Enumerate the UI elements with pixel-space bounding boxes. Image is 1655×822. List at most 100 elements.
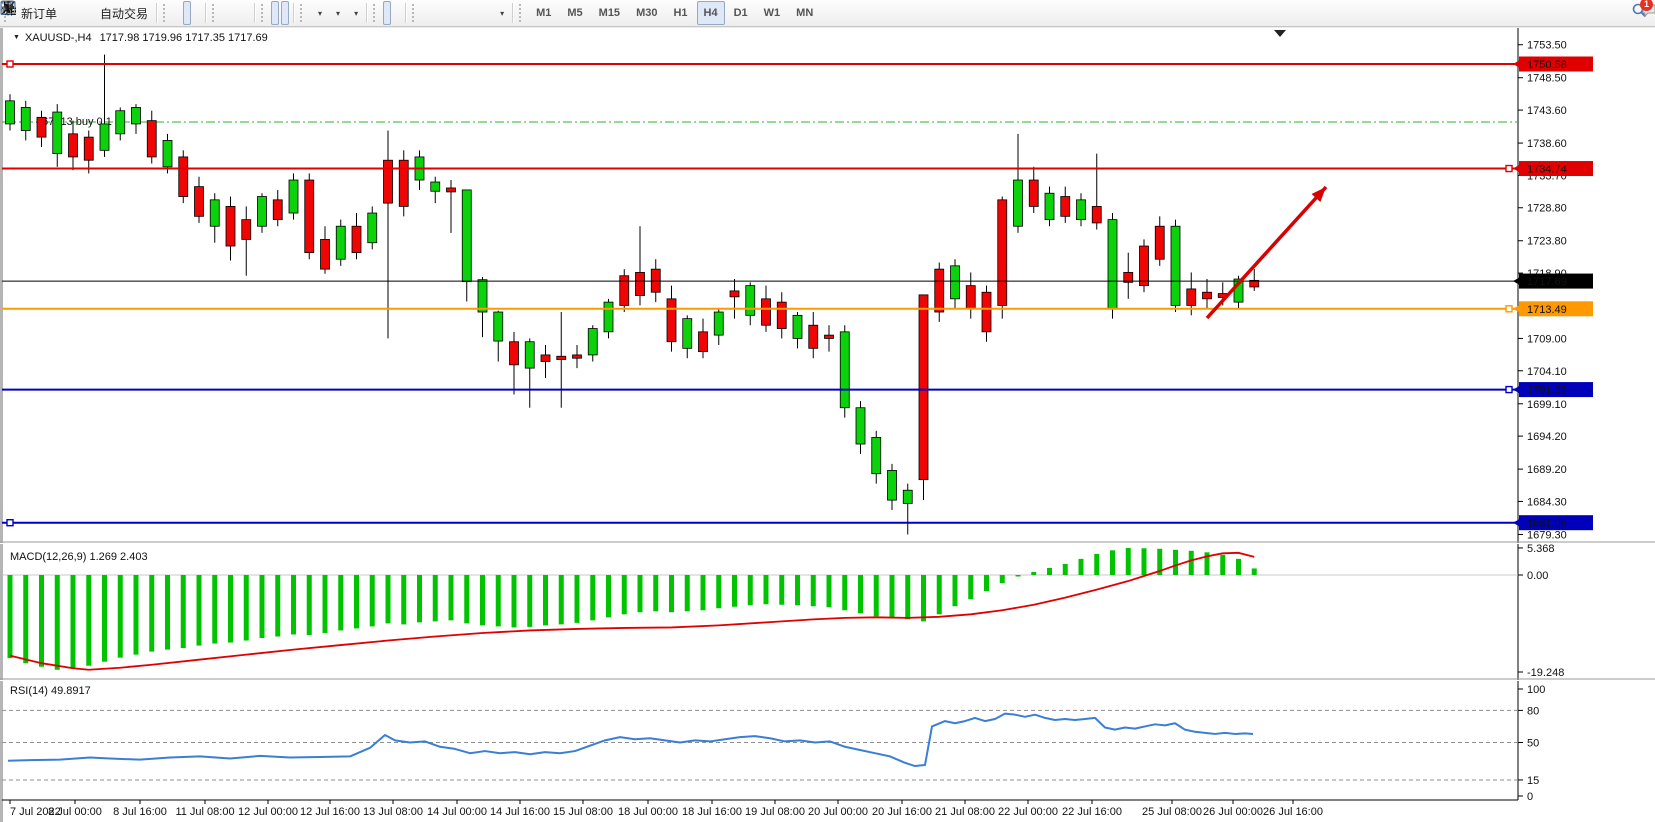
macd-histogram-bar: [1110, 550, 1115, 575]
price-axis[interactable]: 1753.501748.501743.601738.601733.701728.…: [1513, 40, 1593, 803]
price-tick-label: 1709.00: [1527, 333, 1567, 345]
candle-bullish: [840, 332, 849, 408]
line-anchor-handle[interactable]: [1506, 306, 1512, 312]
macd-histogram-bar: [370, 575, 375, 626]
macd-histogram-bar: [464, 575, 469, 623]
macd-histogram-bar: [1031, 572, 1036, 575]
rsi-axis-label: 0: [1527, 791, 1533, 803]
price-tick-label: 1728.80: [1527, 203, 1567, 215]
price-tick-label: 1723.80: [1527, 236, 1567, 248]
macd-histogram-bar: [543, 575, 548, 625]
candle-bearish: [1029, 180, 1038, 206]
macd-histogram-bar: [590, 575, 595, 620]
macd-histogram-bar: [386, 575, 391, 623]
candle-bearish: [147, 121, 156, 157]
macd-histogram-bar: [197, 575, 202, 646]
price-tick-label: 1738.60: [1527, 138, 1567, 150]
candle-bullish: [336, 226, 345, 259]
macd-histogram-bar: [874, 575, 879, 616]
chart-canvas[interactable]: #67013 buy 0.1 MACD(12,26,9) 1.269 2.403 R…: [0, 0, 1655, 822]
candlesticks: [6, 55, 1259, 535]
candle-bearish: [242, 220, 251, 240]
candle-bearish: [998, 200, 1007, 306]
macd-histogram-bar: [401, 575, 406, 624]
macd-histogram-bar: [669, 575, 674, 612]
candle-bullish: [1108, 220, 1117, 309]
macd-histogram-bar: [118, 575, 123, 658]
macd-histogram-bar: [716, 575, 721, 608]
macd-histogram-bar: [165, 575, 170, 650]
macd-histogram-bar: [212, 575, 217, 644]
candle-bearish: [557, 356, 566, 359]
price-tick-label: 1748.50: [1527, 73, 1567, 85]
open-position-line[interactable]: #67013 buy 0.1: [2, 116, 1518, 128]
candle-bearish: [37, 117, 46, 137]
symbol-dropdown-icon[interactable]: ▼: [13, 34, 20, 41]
macd-histogram-bar: [779, 575, 784, 605]
macd-axis-label: 0.00: [1527, 570, 1548, 582]
macd-histogram-bar: [8, 575, 13, 658]
macd-histogram-bar: [1236, 559, 1241, 575]
macd-histogram-bar: [244, 575, 249, 641]
candle-bearish: [69, 134, 78, 157]
rsi-axis-label: 15: [1527, 775, 1539, 787]
candle-bullish: [683, 319, 692, 349]
candle-bullish: [714, 312, 723, 335]
macd-histogram-bar: [937, 575, 942, 614]
time-tick-label: 15 Jul 08:00: [553, 806, 613, 818]
candle-bullish: [1014, 180, 1023, 226]
candle-bearish: [699, 332, 708, 352]
candle-bullish: [604, 302, 613, 332]
candle-bullish: [856, 408, 865, 444]
price-tick-label: 1704.10: [1527, 366, 1567, 378]
macd-histogram-bar: [827, 575, 832, 607]
macd-histogram-bar: [71, 575, 76, 668]
candle-bearish: [179, 157, 188, 197]
macd-histogram-bar: [795, 575, 800, 605]
rsi-label: RSI(14) 49.8917: [10, 685, 91, 697]
line-anchor-handle[interactable]: [7, 520, 13, 526]
macd-histogram-bar: [1016, 575, 1021, 577]
trend-arrow[interactable]: [1207, 187, 1326, 318]
macd-histogram-bar: [307, 575, 312, 635]
macd-histogram-bar: [260, 575, 265, 638]
macd-histogram-bar: [1173, 550, 1178, 575]
macd-histogram-bar: [732, 575, 737, 607]
macd-histogram-bar: [953, 575, 958, 606]
price-badge-label: 1750.58: [1527, 59, 1567, 71]
time-tick-label: 20 Jul 00:00: [808, 806, 868, 818]
candle-bearish: [667, 299, 676, 342]
candle-bullish: [431, 182, 440, 191]
candle-bullish: [163, 140, 172, 166]
macd-histogram-bar: [86, 575, 91, 666]
candle-bullish: [53, 112, 62, 154]
candle-bearish: [777, 302, 786, 328]
price-tick-label: 1743.60: [1527, 105, 1567, 117]
macd-histogram-bar: [575, 575, 580, 623]
macd-histogram-bar: [622, 575, 627, 614]
rsi-line: [8, 714, 1253, 766]
line-anchor-handle[interactable]: [7, 61, 13, 67]
macd-histogram-bar: [653, 575, 658, 611]
price-tick-label: 1689.20: [1527, 464, 1567, 476]
line-anchor-handle[interactable]: [1506, 166, 1512, 172]
horizontal-level-lines[interactable]: [2, 61, 1518, 526]
time-axis[interactable]: 7 Jul 20228 Jul 00:008 Jul 16:0011 Jul 0…: [10, 800, 1323, 818]
candle-bullish: [478, 280, 487, 312]
candle-bullish: [793, 315, 802, 338]
line-anchor-handle[interactable]: [1506, 387, 1512, 393]
candle-bearish: [510, 342, 519, 365]
time-tick-label: 18 Jul 00:00: [618, 806, 678, 818]
time-tick-label: 11 Jul 08:00: [175, 806, 234, 818]
macd-histogram-bar: [291, 575, 296, 634]
macd-histogram-bar: [842, 575, 847, 610]
price-tick-label: 1699.10: [1527, 399, 1567, 411]
macd-pane: MACD(12,26,9) 1.269 2.403: [2, 548, 1518, 670]
price-badge-label: 1717.69: [1527, 276, 1567, 288]
candle-bearish: [541, 355, 550, 362]
macd-histogram-bar: [323, 575, 328, 633]
macd-histogram-bar: [1079, 559, 1084, 575]
chart-shift-marker-icon[interactable]: [1274, 30, 1286, 37]
candle-bearish: [84, 137, 93, 160]
candle-bullish: [1171, 226, 1180, 305]
